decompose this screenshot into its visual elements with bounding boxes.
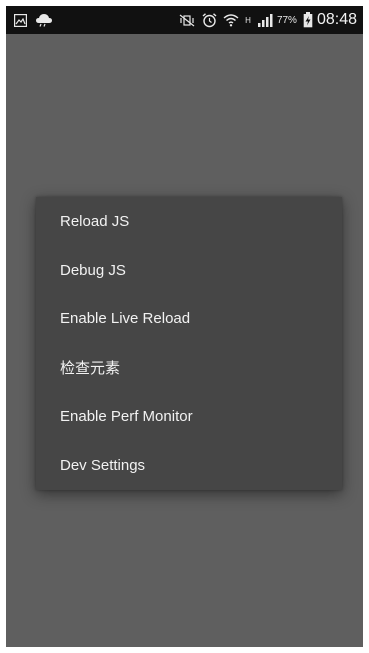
signal-icon	[257, 13, 273, 27]
menu-item-enable-perf-monitor[interactable]: Enable Perf Monitor	[36, 392, 342, 441]
menu-item-enable-live-reload[interactable]: Enable Live Reload	[36, 295, 342, 344]
dev-menu-dialog: Reload JS Debug JS Enable Live Reload 检查…	[36, 197, 342, 490]
alarm-clock-icon	[202, 12, 217, 28]
weather-cloud-icon	[35, 13, 53, 27]
battery-percent: 77%	[276, 14, 297, 26]
battery-charging-icon	[303, 12, 313, 28]
status-bar-right: H 77% 08:48	[172, 11, 357, 29]
status-clock: 08:48	[316, 11, 357, 28]
wifi-icon	[223, 13, 239, 27]
vibrate-mute-icon	[178, 14, 196, 27]
menu-item-reload-js[interactable]: Reload JS	[36, 197, 342, 246]
menu-item-dev-settings[interactable]: Dev Settings	[36, 441, 342, 490]
gallery-notification-icon	[14, 13, 27, 27]
status-bar: H 77% 08:48	[6, 6, 363, 34]
network-type-label: H	[245, 16, 251, 25]
menu-item-inspect-element[interactable]: 检查元素	[36, 343, 342, 392]
status-bar-left	[14, 13, 61, 27]
app-screen: H 77% 08:48 Reload JS Debug JS Enable Li…	[6, 6, 363, 647]
menu-item-debug-js[interactable]: Debug JS	[36, 246, 342, 295]
